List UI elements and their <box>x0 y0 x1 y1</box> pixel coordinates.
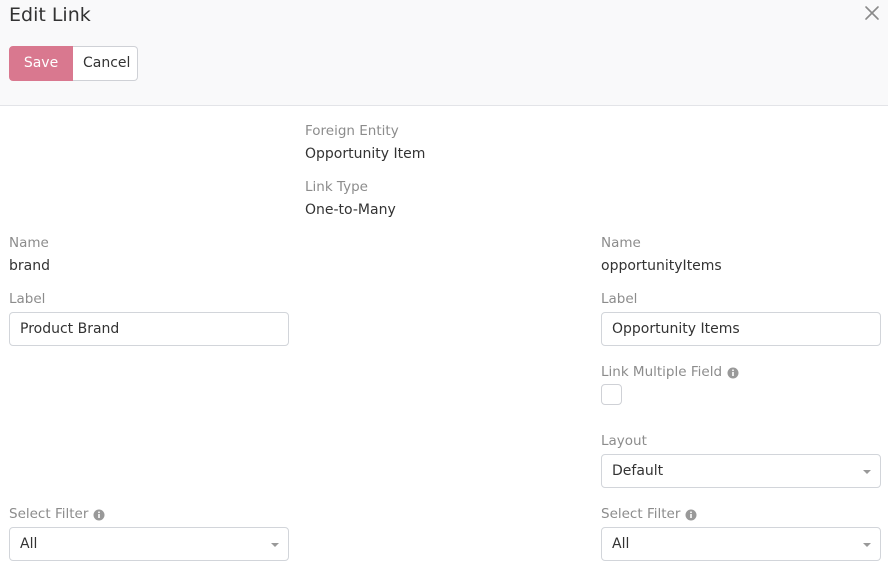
layout-label: Layout <box>601 432 647 450</box>
cancel-button[interactable]: Cancel <box>73 46 138 81</box>
left-name-label-text: Name <box>9 235 49 251</box>
right-name-label: Name <box>601 234 641 252</box>
layout-label-text: Layout <box>601 433 647 449</box>
right-select-filter-value: All <box>612 536 630 552</box>
link-multiple-field-label: Link Multiple Field <box>601 363 739 381</box>
edit-link-dialog: Edit Link Save Cancel Foreign Entity Opp… <box>0 0 888 572</box>
foreign-entity-label: Foreign Entity <box>305 122 399 140</box>
link-type-value: One-to-Many <box>305 202 396 218</box>
right-select-filter-dropdown[interactable]: All <box>601 527 881 561</box>
link-multiple-field-checkbox[interactable] <box>601 384 622 405</box>
link-type-label: Link Type <box>305 178 368 196</box>
info-icon[interactable] <box>93 508 105 521</box>
right-label-label: Label <box>601 290 637 308</box>
left-select-filter-label: Select Filter <box>9 505 105 523</box>
layout-value: Default <box>612 463 664 479</box>
close-icon[interactable] <box>864 5 880 21</box>
dialog-title: Edit Link <box>9 4 91 26</box>
left-label-label-text: Label <box>9 291 46 307</box>
right-name-value: opportunityItems <box>601 258 722 274</box>
link-type-label-text: Link Type <box>305 179 368 195</box>
caret-down-icon <box>271 543 279 547</box>
left-select-filter-value: All <box>20 536 38 552</box>
right-label-label-text: Label <box>601 291 638 307</box>
dialog-header: Edit Link Save Cancel <box>0 0 888 106</box>
right-select-filter-label: Select Filter <box>601 505 697 523</box>
info-icon[interactable] <box>727 366 739 379</box>
left-select-filter-dropdown[interactable]: All <box>9 527 289 561</box>
left-select-filter-label-text: Select Filter <box>9 506 89 522</box>
layout-dropdown[interactable]: Default <box>601 454 881 488</box>
foreign-entity-value: Opportunity Item <box>305 146 426 162</box>
left-name-value: brand <box>9 258 50 274</box>
right-label-input[interactable] <box>601 312 881 346</box>
caret-down-icon <box>863 470 871 474</box>
right-select-filter-label-text: Select Filter <box>601 506 681 522</box>
left-label-label: Label <box>9 290 45 308</box>
info-icon[interactable] <box>685 508 697 521</box>
left-name-label: Name <box>9 234 49 252</box>
left-label-input[interactable] <box>9 312 289 346</box>
caret-down-icon <box>863 543 871 547</box>
right-name-label-text: Name <box>601 235 641 251</box>
save-button[interactable]: Save <box>9 46 73 81</box>
link-multiple-field-label-text: Link Multiple Field <box>601 364 723 380</box>
action-button-group: Save Cancel <box>9 46 138 81</box>
foreign-entity-label-text: Foreign Entity <box>305 123 399 139</box>
